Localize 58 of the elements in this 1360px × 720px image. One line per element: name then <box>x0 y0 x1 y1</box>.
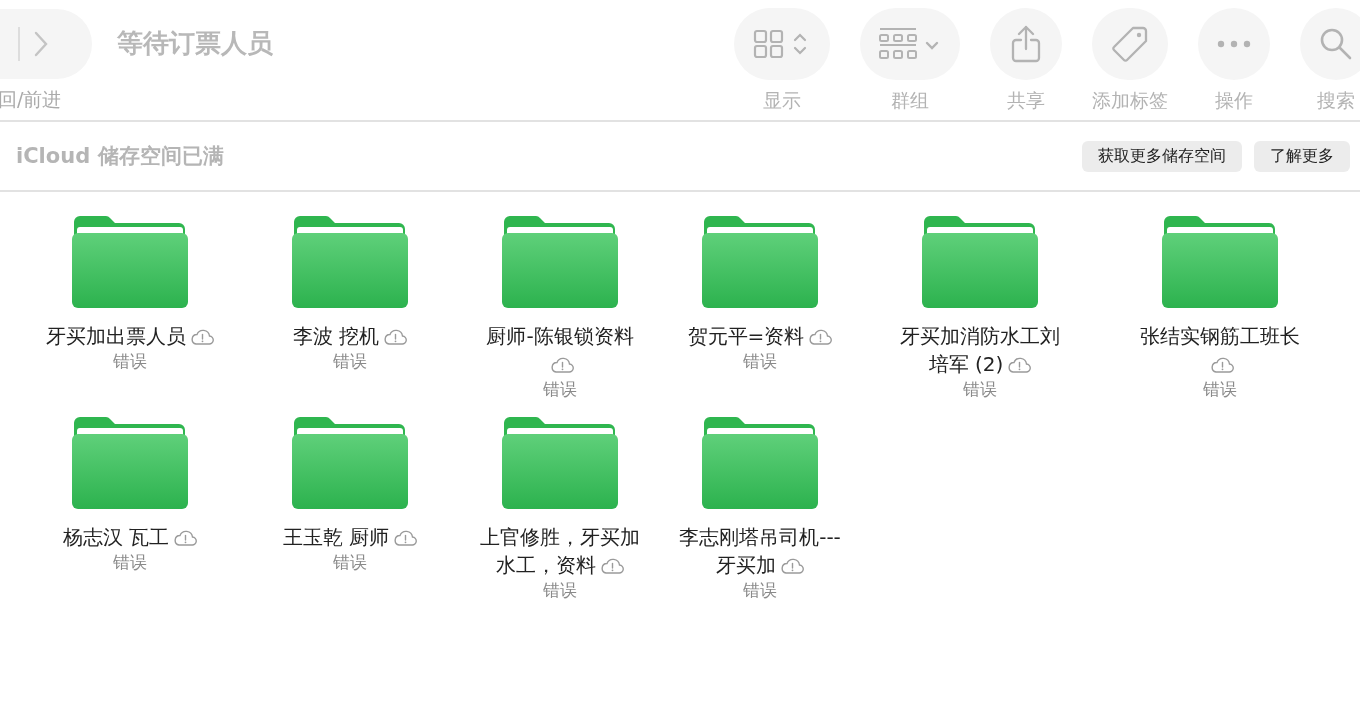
cloud-alert-icon <box>190 328 214 345</box>
folder-icon <box>920 214 1040 310</box>
folder-name[interactable]: 李波 挖机 <box>292 322 408 350</box>
folder-name[interactable]: 牙买加出票人员 <box>46 322 214 350</box>
folder-name[interactable]: 贺元平=资料 <box>687 322 833 350</box>
cloud-alert-icon <box>600 557 624 574</box>
folder-icon <box>1160 214 1280 310</box>
forward-chevron-icon <box>33 31 48 57</box>
folder-icon <box>500 415 620 511</box>
toolbar-label: 群组 <box>891 88 929 113</box>
toolbar-label: 显示 <box>763 88 801 113</box>
folder-name[interactable]: 李志刚塔吊司机---牙买加 <box>672 523 848 579</box>
folder-status: 错误 <box>333 350 367 373</box>
tag-icon <box>1111 25 1149 63</box>
folder-status: 错误 <box>743 350 777 373</box>
more-icon <box>1217 40 1251 48</box>
cloud-alert-icon <box>808 328 833 345</box>
folder-icon <box>70 415 190 511</box>
forward-button[interactable] <box>0 9 92 79</box>
folder-icon <box>290 415 410 511</box>
share-icon <box>1010 25 1042 63</box>
folder-name[interactable]: 上官修胜，牙买加水工，资料 <box>472 523 648 579</box>
folder-icon <box>70 214 190 310</box>
cloud-alert-icon <box>383 328 408 345</box>
folder-status: 错误 <box>963 378 997 401</box>
folder-status: 错误 <box>543 378 577 401</box>
banner-button[interactable]: 获取更多储存空间 <box>1082 140 1242 172</box>
cloud-alert-icon <box>1210 356 1234 373</box>
folder-name[interactable]: 王玉乾 厨师 <box>282 523 418 551</box>
folder-icon <box>700 415 820 511</box>
folder-status: 错误 <box>333 551 367 574</box>
folder-name[interactable]: 张结实钢筋工班长 <box>1132 322 1308 378</box>
toolbar-label: 添加标签 <box>1092 88 1168 113</box>
folder-icon <box>500 214 620 310</box>
folder-status: 错误 <box>543 579 577 602</box>
cloud-alert-icon <box>780 557 804 574</box>
cloud-alert-icon <box>173 529 198 546</box>
folder-icon <box>290 214 410 310</box>
toolbar-label: 操作 <box>1215 88 1253 113</box>
folder-name[interactable]: 厨师-陈银锁资料 <box>472 322 648 378</box>
banner-button[interactable]: 了解更多 <box>1254 140 1350 172</box>
folder-status: 错误 <box>743 579 777 602</box>
cloud-alert-icon <box>393 529 418 546</box>
folder-status: 错误 <box>1203 378 1237 401</box>
folder-name[interactable]: 杨志汉 瓦工 <box>62 523 198 551</box>
cloud-alert-icon <box>1007 356 1032 373</box>
folder-icon <box>700 214 820 310</box>
search-icon <box>1319 27 1353 61</box>
storage-full-message: iCloud 储存空间已满 <box>16 143 224 170</box>
cloud-alert-icon <box>550 356 574 373</box>
folder-name[interactable]: 牙买加消防水工刘培军 (2) <box>892 322 1068 378</box>
window-title: 等待订票人员 <box>117 27 273 60</box>
toolbar-label: 搜索 <box>1317 88 1355 113</box>
toolbar-label: 共享 <box>1007 88 1045 113</box>
folder-status: 错误 <box>113 551 147 574</box>
nav-label: 回/前进 <box>0 87 63 112</box>
search-button[interactable] <box>1300 8 1360 80</box>
folder-status: 错误 <box>113 350 147 373</box>
